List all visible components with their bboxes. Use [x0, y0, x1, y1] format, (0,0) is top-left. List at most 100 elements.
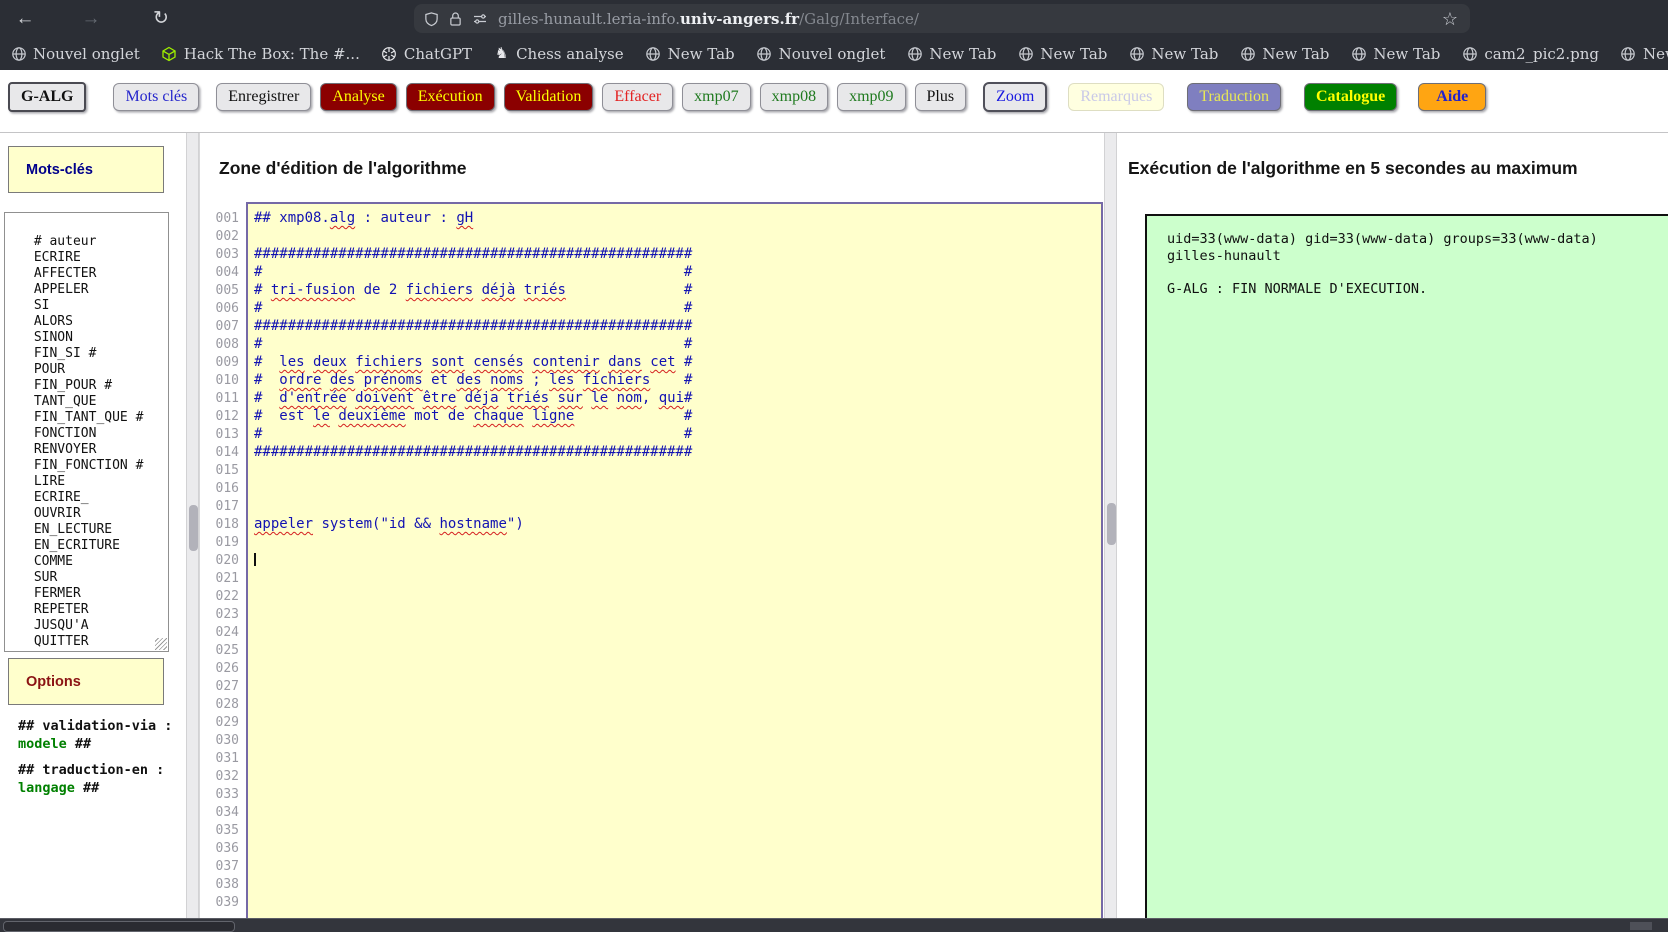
dock-window-button[interactable] — [3, 921, 235, 932]
keyword-item[interactable]: SI — [26, 298, 168, 314]
toolbar-button-analyse[interactable]: Analyse — [320, 83, 396, 111]
toolbar-button-mots-cl-s[interactable]: Mots clés — [113, 83, 199, 111]
keyword-item[interactable]: FERMER — [26, 586, 168, 602]
code-line[interactable] — [254, 893, 1101, 911]
code-line[interactable]: # tri-fusion de 2 fichiers déjà triés # — [254, 281, 1101, 299]
toolbar-button-xmp09[interactable]: xmp09 — [837, 83, 905, 111]
code-line[interactable] — [254, 479, 1101, 497]
keyword-item[interactable]: QUITTER — [26, 634, 168, 650]
code-line[interactable]: # # — [254, 335, 1101, 353]
bookmark-item[interactable]: cam2_pic2.png — [1461, 45, 1599, 63]
bookmark-item[interactable]: New Tab — [1620, 45, 1668, 63]
code-line[interactable] — [254, 551, 1101, 569]
keyword-item[interactable]: FIN_TANT_QUE # — [26, 410, 168, 426]
code-line[interactable]: ## xmp08.alg : auteur : gH — [254, 209, 1101, 227]
bookmark-item[interactable]: New Tab — [1350, 45, 1440, 63]
toolbar-button-traduction[interactable]: Traduction — [1187, 83, 1281, 111]
toolbar-button-validation[interactable]: Validation — [504, 83, 594, 111]
code-line[interactable]: # ordre des prénoms et des noms ; les fi… — [254, 371, 1101, 389]
keyword-item[interactable]: FIN_SI # — [26, 346, 168, 362]
toolbar-button-zoom[interactable]: Zoom — [983, 82, 1047, 112]
code-line[interactable]: ########################################… — [254, 245, 1101, 263]
code-line[interactable] — [254, 497, 1101, 515]
toolbar-button-aide[interactable]: Aide — [1418, 83, 1486, 111]
toolbar-button-xmp07[interactable]: xmp07 — [682, 83, 750, 111]
left-frame-scrollbar[interactable] — [186, 133, 199, 919]
keyword-item[interactable]: ALORS — [26, 314, 168, 330]
algorithm-editor[interactable]: ## xmp08.alg : auteur : gH ##############… — [246, 202, 1103, 932]
code-line[interactable] — [254, 785, 1101, 803]
code-line[interactable] — [254, 227, 1101, 245]
keyword-item[interactable]: APPELER — [26, 282, 168, 298]
keyword-item[interactable]: COMME — [26, 554, 168, 570]
code-line[interactable]: ########################################… — [254, 317, 1101, 335]
keyword-item[interactable]: REPETER — [26, 602, 168, 618]
url-bar[interactable]: gilles-hunault.leria-info.univ-angers.fr… — [414, 4, 1470, 33]
code-line[interactable] — [254, 533, 1101, 551]
keyword-item[interactable]: AFFECTER — [26, 266, 168, 282]
keyword-item[interactable]: EN_LECTURE — [26, 522, 168, 538]
back-icon[interactable]: ← — [10, 4, 40, 34]
bookmark-item[interactable]: Nouvel onglet — [756, 45, 886, 63]
code-line[interactable] — [254, 749, 1101, 767]
code-line[interactable] — [254, 767, 1101, 785]
keyword-item[interactable]: ECRIRE_ — [26, 490, 168, 506]
toolbar-button-g-alg[interactable]: G-ALG — [8, 82, 86, 112]
keyword-item[interactable]: LIRE — [26, 474, 168, 490]
code-line[interactable]: # # — [254, 425, 1101, 443]
code-line[interactable] — [254, 677, 1101, 695]
bookmark-item[interactable]: Hack The Box: The #... — [161, 45, 360, 63]
bookmark-item[interactable]: Nouvel onglet — [10, 45, 140, 63]
code-line[interactable] — [254, 461, 1101, 479]
reload-icon[interactable]: ↻ — [146, 4, 176, 34]
toolbar-button-effacer[interactable]: Effacer — [602, 83, 673, 111]
code-line[interactable]: # d'entrée doivent être déja triés sur l… — [254, 389, 1101, 407]
keyword-item[interactable]: TANT_QUE — [26, 394, 168, 410]
code-line[interactable] — [254, 587, 1101, 605]
toolbar-button-xmp08[interactable]: xmp08 — [760, 83, 828, 111]
keyword-item[interactable]: FIN_FONCTION # — [26, 458, 168, 474]
keyword-item[interactable]: SUR — [26, 570, 168, 586]
permissions-icon[interactable] — [472, 11, 488, 27]
shield-icon[interactable] — [424, 11, 439, 27]
bookmark-item[interactable]: New Tab — [1017, 45, 1107, 63]
code-line[interactable]: appeler system("id && hostname") — [254, 515, 1101, 533]
forward-icon[interactable]: → — [76, 4, 106, 34]
code-line[interactable] — [254, 605, 1101, 623]
toolbar-button-plus[interactable]: Plus — [915, 83, 967, 111]
code-line[interactable]: # # — [254, 263, 1101, 281]
code-line[interactable] — [254, 695, 1101, 713]
code-line[interactable] — [254, 569, 1101, 587]
code-line[interactable] — [254, 857, 1101, 875]
bookmark-item[interactable]: New Tab — [1128, 45, 1218, 63]
keyword-item[interactable]: FIN_POUR # — [26, 378, 168, 394]
middle-frame-scrollbar[interactable] — [1104, 133, 1117, 919]
keyword-item[interactable]: RENVOYER — [26, 442, 168, 458]
middle-scrollbar-thumb[interactable] — [1107, 503, 1116, 545]
bookmark-item[interactable]: ChatGPT — [381, 45, 472, 63]
toolbar-button-ex-cution[interactable]: Exécution — [406, 83, 495, 111]
keyword-item[interactable]: # auteur — [26, 234, 168, 250]
url-text[interactable]: gilles-hunault.leria-info.univ-angers.fr… — [498, 10, 1460, 28]
keyword-item[interactable]: FONCTION — [26, 426, 168, 442]
bookmark-item[interactable]: New Tab — [1239, 45, 1329, 63]
toolbar-button-catalogue[interactable]: Catalogue — [1304, 83, 1397, 111]
code-line[interactable] — [254, 731, 1101, 749]
code-line[interactable] — [254, 803, 1101, 821]
code-line[interactable]: # les deux fichiers sont censés contenir… — [254, 353, 1101, 371]
keyword-item[interactable]: ECRIRE — [26, 250, 168, 266]
keyword-item[interactable]: POUR — [26, 362, 168, 378]
code-line[interactable] — [254, 875, 1101, 893]
bookmark-star-icon[interactable]: ☆ — [1442, 4, 1458, 34]
code-line[interactable] — [254, 641, 1101, 659]
code-line[interactable] — [254, 713, 1101, 731]
code-line[interactable]: ########################################… — [254, 443, 1101, 461]
keywords-listbox[interactable]: # auteur ECRIRE AFFECTER APPELER SI ALOR… — [4, 212, 169, 652]
keyword-item[interactable]: EN_ECRITURE — [26, 538, 168, 554]
keyword-item[interactable]: OUVRIR — [26, 506, 168, 522]
lock-icon[interactable] — [449, 11, 462, 27]
code-line[interactable]: # est le deuxième mot de chaque ligne # — [254, 407, 1101, 425]
code-line[interactable]: # # — [254, 299, 1101, 317]
code-line[interactable] — [254, 623, 1101, 641]
bookmark-item[interactable]: ♞Chess analyse — [493, 45, 624, 63]
